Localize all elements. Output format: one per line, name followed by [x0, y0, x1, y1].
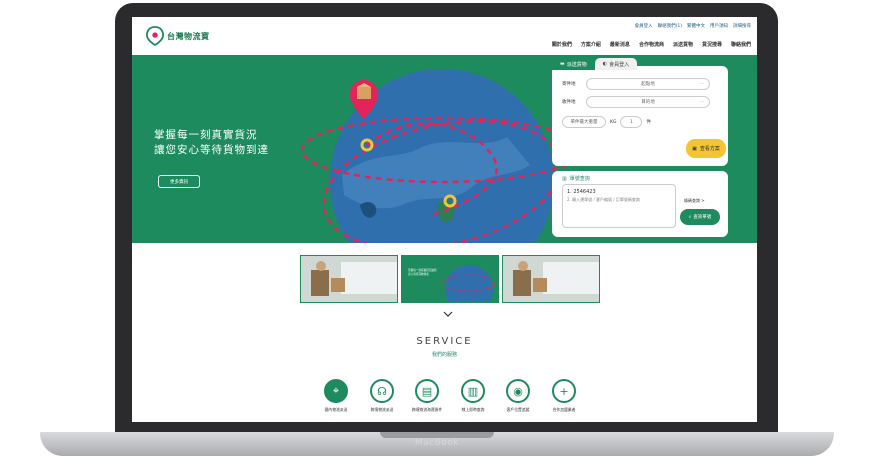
- service-online-query[interactable]: ▥ 線上即時查詢: [453, 379, 493, 413]
- website-screen: 台灣物流寶 會員登入 聯絡我們(1) 繁體中文 用戶須知 詳細搜尋 關於我們 方…: [132, 17, 757, 422]
- sender-placeholder: 起點地: [641, 82, 655, 87]
- slide-thumbnails: 掌握每一刻真實貨況讓您安心等待貨物到達: [300, 255, 600, 303]
- search-icon: ⌕: [688, 215, 692, 220]
- service-crossborder-label: 跨境物流派送: [370, 407, 394, 412]
- sender-select[interactable]: 起點地 ···: [586, 78, 710, 90]
- tab-ship-label: 派送貨物: [566, 61, 587, 68]
- receiver-label: 收件地: [562, 100, 576, 105]
- slide-thumb-1[interactable]: [300, 255, 398, 303]
- logo[interactable]: 台灣物流寶: [146, 26, 210, 46]
- calc-button[interactable]: ▣ 查看方案: [686, 139, 726, 158]
- hero-banner: 掌握每一刻真實貨況 讓您安心等待貨物到達 更多資訊 ▬ 派送貨物 ◐ 會員登入 寄件…: [132, 55, 757, 243]
- service-crossborder[interactable]: ☊ 跨境物流派送: [362, 379, 402, 413]
- hero-headline-line1: 掌握每一刻真實貨況: [154, 129, 258, 141]
- barcode-query-link[interactable]: 條碼查詢 >: [684, 198, 705, 204]
- top-link-login[interactable]: 會員登入: [635, 23, 653, 29]
- top-links: 會員登入 聯絡我們(1) 繁體中文 用戶須知 詳細搜尋: [635, 23, 751, 29]
- service-sea[interactable]: ▤ 跨境物流海運貨件: [407, 379, 447, 413]
- tab-member-label: 會員登入: [609, 61, 630, 68]
- site-header: 台灣物流寶 會員登入 聯絡我們(1) 繁體中文 用戶須知 詳細搜尋 關於我們 方…: [132, 17, 757, 55]
- quote-panel: ▬ 派送貨物 ◐ 會員登入 寄件地 起點地 ··· 收件地 目的地 ··· 單件最大重量…: [552, 58, 728, 166]
- track-title: ▥ 單號查詢: [562, 175, 590, 183]
- track-textarea[interactable]: 1. 2546423 2. 輸入運單號 / 客戶編號 / 訂單號碼查詢: [562, 184, 676, 228]
- track-line2: 2. 輸入運單號 / 客戶編號 / 訂單號碼查詢: [567, 197, 640, 202]
- weight-row: 單件最大重量 KG 1 件: [562, 116, 651, 128]
- weight-unit: KG: [610, 119, 617, 125]
- nav-partners[interactable]: 合作物流商: [639, 41, 664, 48]
- service-online-query-label: 線上即時查詢: [461, 407, 485, 412]
- tag-icon: ⌖: [324, 379, 348, 403]
- receiver-select[interactable]: 目的地 ···: [586, 96, 710, 108]
- track-line1: 1. 2546423: [567, 189, 596, 195]
- headset-icon: ☊: [370, 379, 394, 403]
- service-partner[interactable]: + 合作加盟業者: [544, 379, 584, 413]
- chat-icon: ▤: [415, 379, 439, 403]
- more-dots-icon: ···: [699, 81, 704, 87]
- service-domestic[interactable]: ⌖ 國內物流派送: [316, 379, 356, 413]
- quote-tabs: ▬ 派送貨物 ◐ 會員登入: [552, 58, 638, 70]
- barcode-icon: ▥: [562, 175, 567, 182]
- plus-icon: +: [552, 379, 576, 403]
- nav-ship[interactable]: 派送貨物: [673, 41, 693, 48]
- service-sea-label: 跨境物流海運貨件: [411, 407, 443, 412]
- calculator-icon: ▣: [692, 145, 697, 152]
- service-partner-label: 合作加盟業者: [552, 407, 576, 412]
- laptop-brand: MacBook: [414, 438, 460, 448]
- qty-stepper[interactable]: 1: [620, 116, 643, 128]
- barcode-icon: ▥: [461, 379, 485, 403]
- service-location-label: 客戶位置追蹤: [506, 407, 530, 412]
- track-title-text: 單號查詢: [569, 176, 590, 182]
- top-link-contact[interactable]: 聯絡我們(1): [658, 23, 682, 29]
- nav-track[interactable]: 貨況搜尋: [702, 41, 722, 48]
- weight-input[interactable]: 單件最大重量: [562, 116, 606, 128]
- service-location[interactable]: ◉ 客戶位置追蹤: [498, 379, 538, 413]
- globe-thumb: [403, 257, 497, 301]
- service-subtitle: 我們的服務: [431, 352, 457, 358]
- main-nav: 關於我們 方案介紹 最新消息 合作物流商 派送貨物 貨況搜尋 聯絡我們: [552, 41, 751, 48]
- more-dots-icon: ···: [699, 99, 704, 105]
- nav-contact[interactable]: 聯絡我們: [731, 41, 751, 48]
- location-icon: ◉: [506, 379, 530, 403]
- receiver-placeholder: 目的地: [641, 100, 655, 105]
- top-link-language[interactable]: 繁體中文: [687, 23, 705, 29]
- slide-thumb-2-caption: 掌握每一刻真實貨況讓您安心等待貨物到達: [408, 269, 437, 276]
- car-icon: ◐: [602, 61, 608, 67]
- query-button-label: 查詢單號: [693, 215, 712, 220]
- delivery-photo-3: [503, 256, 599, 302]
- delivery-photo-1: [301, 256, 397, 302]
- top-link-notice[interactable]: 用戶須知: [710, 23, 728, 29]
- calc-button-label: 查看方案: [699, 146, 720, 152]
- sender-label: 寄件地: [562, 82, 576, 87]
- tab-member[interactable]: ◐ 會員登入: [594, 58, 638, 70]
- qty-value: 1: [630, 119, 633, 125]
- nav-news[interactable]: 最新消息: [610, 41, 630, 48]
- weight-placeholder: 單件最大重量: [570, 120, 598, 125]
- hero-headline-line2: 讓您安心等待貨物到達: [154, 144, 269, 156]
- query-button[interactable]: ⌕ 查詢單號: [680, 209, 720, 225]
- slide-thumb-2[interactable]: 掌握每一刻真實貨況讓您安心等待貨物到達: [401, 255, 499, 303]
- qty-unit: 件: [646, 120, 651, 125]
- slide-thumb-3[interactable]: [502, 255, 600, 303]
- logo-pin-icon: [146, 26, 164, 46]
- track-panel: ▥ 單號查詢 1. 2546423 2. 輸入運單號 / 客戶編號 / 訂單號碼查…: [552, 171, 728, 237]
- chevron-down-icon[interactable]: [443, 311, 453, 317]
- truck-icon: ▬: [560, 61, 565, 67]
- nav-about[interactable]: 關於我們: [552, 41, 572, 48]
- more-info-button[interactable]: 更多資訊: [158, 175, 200, 188]
- service-title: SERVICE: [416, 336, 473, 347]
- tab-ship[interactable]: ▬ 派送貨物: [552, 58, 595, 70]
- sender-row: 寄件地 起點地 ···: [562, 78, 710, 90]
- top-link-search[interactable]: 詳細搜尋: [733, 23, 751, 29]
- nav-plans[interactable]: 方案介紹: [581, 41, 601, 48]
- logo-text: 台灣物流寶: [167, 31, 210, 41]
- receiver-row: 收件地 目的地 ···: [562, 96, 710, 108]
- hero-headline: 掌握每一刻真實貨況 讓您安心等待貨物到達: [154, 128, 269, 158]
- service-domestic-label: 國內物流派送: [324, 407, 348, 412]
